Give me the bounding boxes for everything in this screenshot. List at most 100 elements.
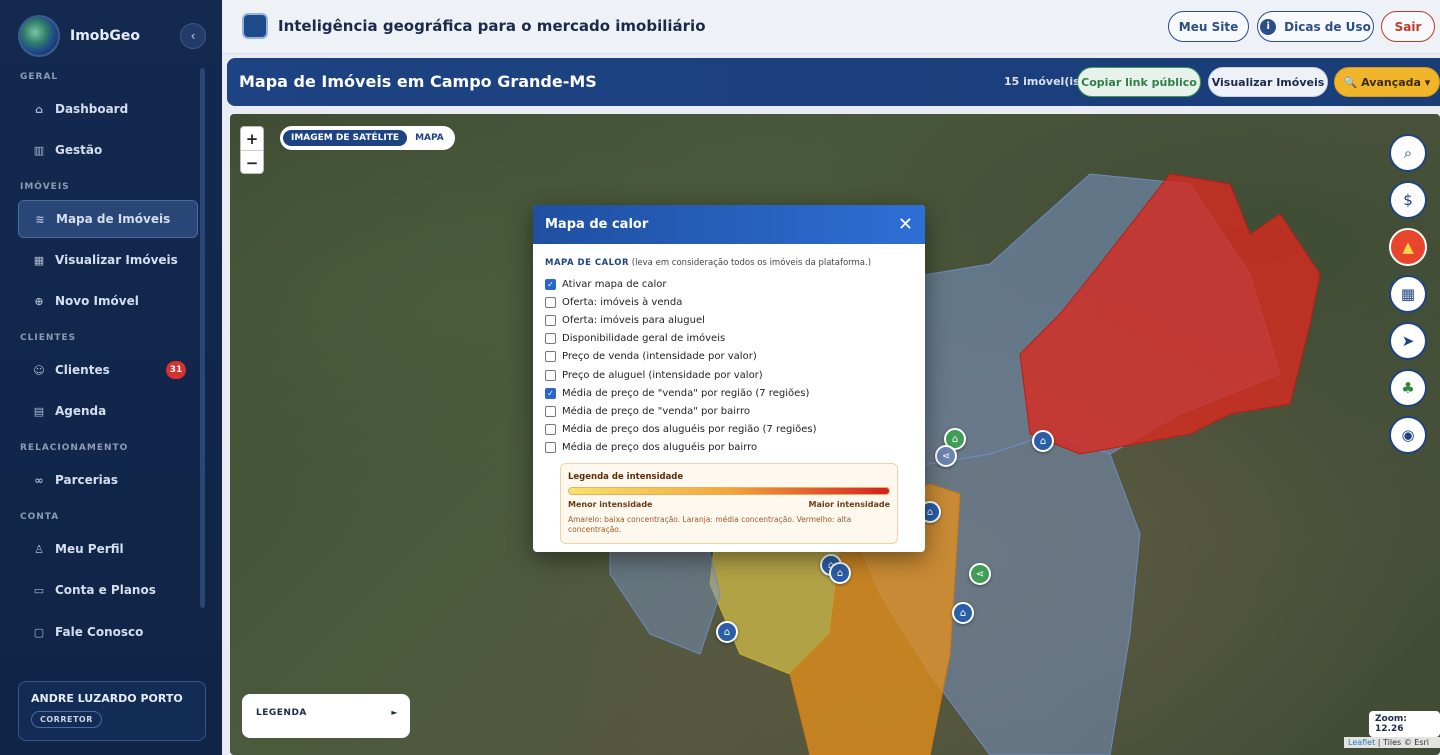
sidebar-item-label: Visualizar Imóveis bbox=[55, 253, 178, 267]
sidebar-item-clientes[interactable]: ☺ Clientes 31 bbox=[18, 351, 198, 389]
plus-circle-icon: ⊕ bbox=[34, 294, 44, 308]
option-checkbox[interactable] bbox=[545, 442, 556, 454]
heatmap-option[interactable]: ✓ Ativar mapa de calor bbox=[545, 275, 913, 293]
option-label: Média de preço dos aluguéis por bairro bbox=[562, 442, 758, 454]
layer-satellite-option[interactable]: IMAGEM DE SATÉLITE bbox=[283, 130, 408, 146]
globe-logo-icon bbox=[18, 15, 60, 57]
leaflet-link[interactable]: Leaflet bbox=[1348, 738, 1375, 747]
copy-public-link-button[interactable]: Copiar link público bbox=[1077, 67, 1201, 97]
view-properties-button[interactable]: Visualizar Imóveis bbox=[1208, 67, 1328, 97]
heatmap-option[interactable]: Média de preço dos aluguéis por região (… bbox=[545, 421, 913, 439]
option-label: Oferta: imóveis para aluguel bbox=[562, 314, 705, 326]
user-name: ANDRE LUZARDO PORTO bbox=[31, 692, 183, 705]
sidebar-item-label: Meu Perfil bbox=[55, 542, 124, 556]
tiles-credit: | Tiles © Esri bbox=[1375, 738, 1430, 747]
chat-icon: ▢ bbox=[33, 625, 45, 639]
share-pin[interactable]: ⋖ bbox=[935, 445, 957, 467]
advanced-search-dropdown[interactable]: 🔍 Avançada ▾ bbox=[1334, 67, 1440, 97]
close-icon[interactable]: ✕ bbox=[898, 214, 913, 235]
property-pin[interactable]: ⌂ bbox=[1032, 430, 1054, 452]
page-title: Mapa de Imóveis em Campo Grande-MS bbox=[239, 72, 597, 91]
heatmap-option[interactable]: Oferta: imóveis à venda bbox=[545, 293, 913, 311]
map-legend-toggle[interactable]: LEGENDA ► bbox=[242, 694, 410, 738]
clientes-count-badge: 31 bbox=[166, 361, 186, 379]
heatmap-option[interactable]: Preço de aluguel (intensidade por valor) bbox=[545, 366, 913, 384]
property-pin[interactable]: ⌂ bbox=[952, 602, 974, 624]
subtitle-bold: MAPA DE CALOR bbox=[545, 258, 630, 268]
sidebar-item-visualizar-imoveis[interactable]: ▦ Visualizar Imóveis bbox=[18, 241, 198, 279]
topbar: Inteligência geográfica para o mercado i… bbox=[222, 0, 1440, 54]
sidebar-item-dashboard[interactable]: ⌂ Dashboard bbox=[18, 90, 198, 128]
sidebar-item-parcerias[interactable]: ∞ Parcerias bbox=[18, 461, 198, 499]
price-tool-button[interactable]: $ bbox=[1389, 181, 1427, 219]
chevron-left-icon: ‹ bbox=[190, 29, 196, 43]
home-icon: ⌂ bbox=[35, 102, 43, 116]
sidebar-item-fale-conosco[interactable]: ▢ Fale Conosco bbox=[18, 613, 198, 651]
info-icon: i bbox=[1260, 18, 1277, 35]
option-checkbox[interactable]: ✓ bbox=[545, 278, 556, 290]
heatmap-option[interactable]: Preço de venda (intensidade por valor) bbox=[545, 348, 913, 366]
green-area-tool-button[interactable]: ♣ bbox=[1389, 369, 1427, 407]
sair-button[interactable]: Sair bbox=[1381, 11, 1435, 42]
map-attribution: Leaflet | Tiles © Esri bbox=[1344, 737, 1440, 748]
sidebar-item-mapa-de-imoveis[interactable]: ≋ Mapa de Imóveis bbox=[18, 200, 198, 238]
option-checkbox[interactable] bbox=[545, 333, 556, 345]
heatmap-options: ✓ Ativar mapa de calor Oferta: imóveis à v… bbox=[545, 275, 913, 457]
option-checkbox[interactable] bbox=[545, 351, 556, 363]
user-role-badge: CORRETOR bbox=[31, 711, 102, 728]
search-tool-button[interactable]: ⌕ bbox=[1389, 134, 1427, 172]
option-checkbox[interactable] bbox=[545, 314, 556, 326]
section-label-clientes: CLIENTES bbox=[20, 333, 77, 343]
grid-icon: ▦ bbox=[33, 253, 45, 267]
option-checkbox[interactable] bbox=[545, 424, 556, 436]
option-checkbox[interactable]: ✓ bbox=[545, 387, 556, 399]
route-tool-button[interactable]: ➤ bbox=[1389, 322, 1427, 360]
option-label: Média de preço dos aluguéis por região (… bbox=[562, 424, 817, 436]
tree-icon: ♣ bbox=[1401, 379, 1415, 397]
option-label: Preço de venda (intensidade por valor) bbox=[562, 351, 757, 363]
heatmap-option[interactable]: Disponibilidade geral de imóveis bbox=[545, 330, 913, 348]
sidebar-item-conta-e-planos[interactable]: ▭ Conta e Planos bbox=[18, 571, 198, 609]
modal-subtitle: MAPA DE CALOR (leva em consideração todo… bbox=[545, 258, 913, 268]
property-pin[interactable]: ⌂ bbox=[716, 621, 738, 643]
intensity-high-label: Maior intensidade bbox=[808, 499, 891, 509]
brand[interactable]: ImobGeo bbox=[18, 14, 140, 58]
sidebar-item-novo-imovel[interactable]: ⊕ Novo Imóvel bbox=[18, 282, 198, 320]
heatmap-option[interactable]: Média de preço dos aluguéis por bairro bbox=[545, 439, 913, 457]
zoom-out-button[interactable]: − bbox=[241, 151, 263, 175]
route-icon: ➤ bbox=[1401, 332, 1415, 350]
share-pin[interactable]: ⋖ bbox=[969, 563, 991, 585]
sidebar-item-label: Gestão bbox=[55, 143, 103, 157]
option-checkbox[interactable] bbox=[545, 405, 556, 417]
zoom-control: + − bbox=[240, 126, 264, 174]
layer-map-option[interactable]: MAPA bbox=[407, 130, 452, 146]
subtitle-rest: (leva em consideração todos os imóveis d… bbox=[629, 258, 872, 268]
collapse-sidebar-button[interactable]: ‹ bbox=[180, 23, 206, 49]
layer-toggle: IMAGEM DE SATÉLITE MAPA bbox=[280, 126, 455, 150]
camera-tool-button[interactable]: ◉ bbox=[1389, 416, 1427, 454]
heatmap-option[interactable]: Média de preço de "venda" por bairro bbox=[545, 402, 913, 420]
zoom-in-button[interactable]: + bbox=[241, 127, 263, 151]
fire-icon: ▲ bbox=[1402, 238, 1414, 256]
meu-site-button[interactable]: Meu Site bbox=[1168, 11, 1249, 42]
heatmap-option[interactable]: ✓ Média de preço de "venda" por região (7… bbox=[545, 384, 913, 402]
sidebar-item-label: Mapa de Imóveis bbox=[56, 212, 171, 226]
option-label: Preço de aluguel (intensidade por valor) bbox=[562, 369, 763, 381]
sidebar-item-label: Novo Imóvel bbox=[55, 294, 139, 308]
sidebar-item-agenda[interactable]: ▤ Agenda bbox=[18, 392, 198, 430]
sidebar-item-gestao[interactable]: ▥ Gestão bbox=[18, 131, 198, 169]
map-tools: ⌕ $ ▲ ▦ ➤ ♣ ◉ bbox=[1389, 134, 1427, 463]
section-label-conta: CONTA bbox=[20, 512, 60, 522]
property-pin[interactable]: ⌂ bbox=[829, 562, 851, 584]
option-checkbox[interactable] bbox=[545, 296, 556, 308]
heatmap-option[interactable]: Oferta: imóveis para aluguel bbox=[545, 311, 913, 329]
sidebar-item-meu-perfil[interactable]: ♙ Meu Perfil bbox=[18, 530, 198, 568]
user-card[interactable]: ANDRE LUZARDO PORTO CORRETOR bbox=[18, 681, 206, 741]
sidebar-item-label: Agenda bbox=[55, 404, 107, 418]
dicas-de-uso-button[interactable]: i Dicas de Uso bbox=[1257, 11, 1374, 42]
map-icon: ≋ bbox=[35, 212, 45, 226]
sidebar-scrollbar[interactable] bbox=[200, 68, 205, 608]
option-checkbox[interactable] bbox=[545, 369, 556, 381]
heatmap-tool-button[interactable]: ▲ bbox=[1389, 228, 1427, 266]
grid-tool-button[interactable]: ▦ bbox=[1389, 275, 1427, 313]
